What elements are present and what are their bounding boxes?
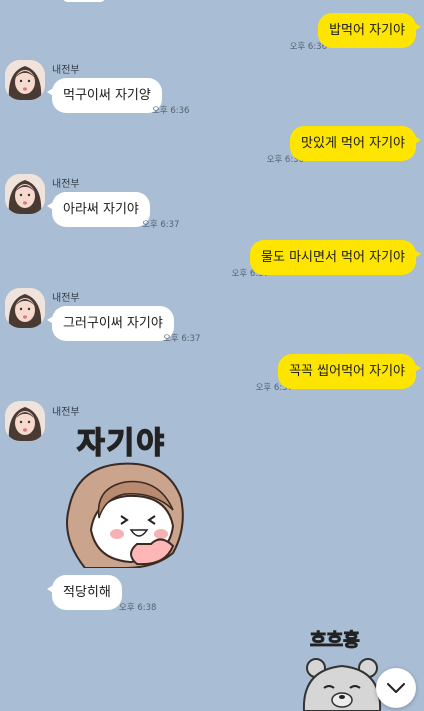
bear-sticker[interactable]: 흐흐흥: [298, 626, 388, 711]
avatar[interactable]: [5, 174, 45, 214]
avatar[interactable]: [5, 401, 45, 441]
sender-name: 내전부: [52, 407, 80, 418]
message-time: 오후 6:36: [152, 106, 190, 116]
their-message-bubble[interactable]: 아라써 자기야: [47, 192, 150, 227]
message-time: 오후 6:37: [142, 220, 180, 230]
my-message-bubble[interactable]: 맛있게 먹어 자기야: [290, 126, 421, 161]
my-message-bubble[interactable]: 물도 마시면서 먹어 자기야: [250, 240, 421, 275]
avatar[interactable]: [5, 60, 45, 100]
chevron-down-icon: [387, 683, 405, 693]
previous-message-edge: [62, 0, 106, 2]
avatar[interactable]: [5, 288, 45, 328]
sender-name: 내전부: [52, 293, 80, 304]
their-message-bubble[interactable]: 그러구이써 자기야: [47, 306, 174, 341]
sender-name: 내전부: [52, 65, 80, 76]
my-message-bubble[interactable]: 꼭꼭 씹어먹어 자기야: [278, 354, 421, 389]
girl-face-icon: [66, 462, 184, 568]
their-message-bubble[interactable]: 먹구이써 자기양: [47, 78, 162, 113]
avatar-photo-icon: [5, 288, 45, 328]
message-time: 오후 6:37: [163, 334, 201, 344]
bear-face-icon: [302, 658, 382, 711]
my-message-bubble[interactable]: 밥먹어 자기야: [318, 13, 421, 48]
their-message-bubble[interactable]: 적당히해: [47, 575, 122, 610]
avatar-photo-icon: [5, 60, 45, 100]
girl-sticker[interactable]: 자기야: [55, 418, 190, 568]
avatar-photo-icon: [5, 401, 45, 441]
message-time: 오후 6:38: [119, 603, 157, 613]
chat-area[interactable]: 오후 6:36 밥먹어 자기야 내전부 먹구이써 자기양 오후 6:36 오후 …: [0, 0, 424, 711]
avatar-photo-icon: [5, 174, 45, 214]
sender-name: 내전부: [52, 179, 80, 190]
scroll-to-bottom-button[interactable]: [376, 668, 416, 708]
